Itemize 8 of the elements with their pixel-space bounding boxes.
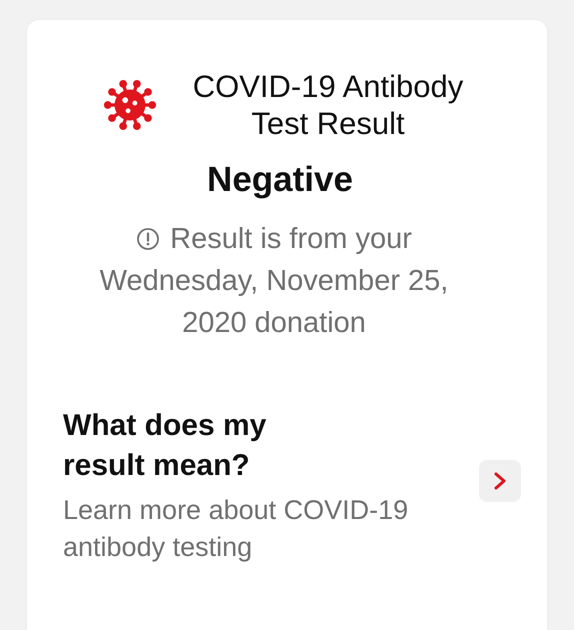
card-title: COVID-19 Antibody Test Result [192, 68, 464, 142]
chevron-button[interactable] [479, 460, 521, 502]
result-note: Result is from your Wednesday, November 25, 2020 donation [98, 222, 450, 342]
info-icon [136, 227, 160, 252]
section-description: Learn more about COVID-19 antibody testing [63, 494, 410, 564]
section-heading: What does my result mean? [63, 408, 268, 484]
chevron-icon [492, 471, 508, 492]
test-result: Negative [206, 160, 354, 200]
